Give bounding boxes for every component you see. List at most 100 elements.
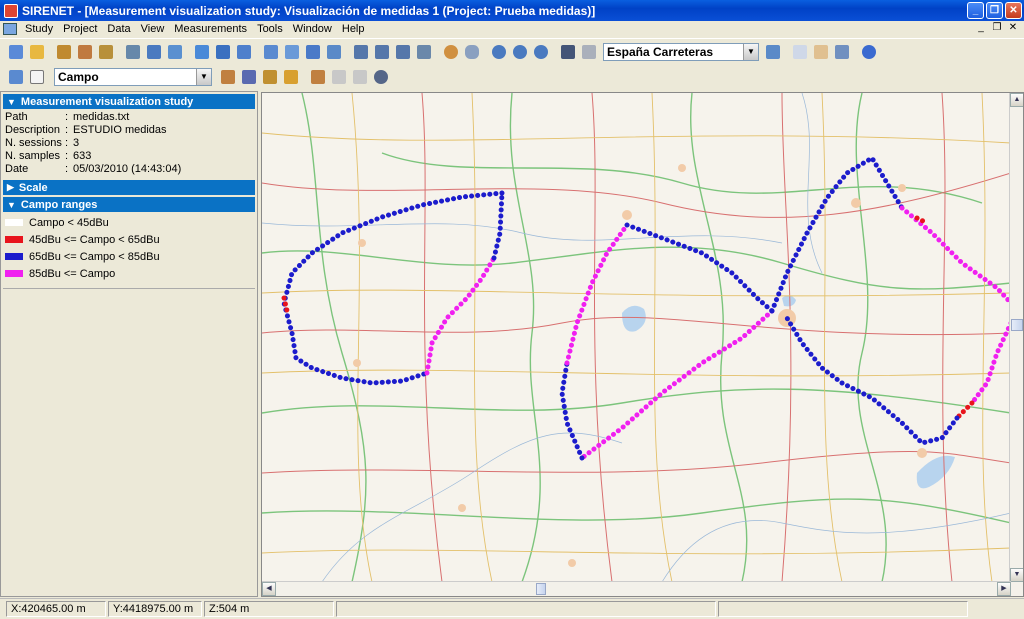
tool-link-icon[interactable]: [75, 42, 95, 62]
map-select[interactable]: España Carreteras ▼: [603, 42, 759, 61]
zoom-out-icon[interactable]: [510, 42, 530, 62]
zoom-in-icon[interactable]: [489, 42, 509, 62]
study-panel: ▼ Measurement visualization study Path: m…: [0, 91, 258, 597]
new-study-icon[interactable]: [6, 42, 26, 62]
layers-icon[interactable]: [763, 42, 783, 62]
maximize-button[interactable]: ❐: [986, 2, 1003, 19]
mdi-restore-button[interactable]: ❐: [990, 22, 1004, 35]
info-row: N. sessions:3: [5, 137, 80, 149]
status-y-coordinate: Y:4418975.00 m: [108, 601, 202, 617]
antenna-icon[interactable]: [261, 42, 281, 62]
close-button[interactable]: ✕: [1005, 2, 1022, 19]
wrench-icon[interactable]: [123, 42, 143, 62]
expand-arrow-icon: ▶: [7, 182, 14, 192]
pointer-icon[interactable]: [790, 42, 810, 62]
study-section-header[interactable]: ▼ Measurement visualization study: [3, 94, 255, 109]
binoculars-icon[interactable]: [558, 42, 578, 62]
menu-project[interactable]: Project: [58, 23, 102, 35]
info-row: Description: ESTUDIO medidas: [5, 124, 167, 136]
info-row: N. samples:633: [5, 150, 92, 162]
measure-folder-icon[interactable]: [281, 67, 301, 87]
vertical-scroll-thumb[interactable]: [1011, 319, 1023, 331]
tool-coverage-icon[interactable]: [54, 42, 74, 62]
graph-disabled-icon: [350, 67, 370, 87]
range-swatch: [5, 253, 23, 260]
main-toolbar: España Carreteras ▼: [0, 38, 1024, 64]
menu-window[interactable]: Window: [288, 23, 337, 35]
scale-section-header[interactable]: ▶ Scale: [3, 180, 255, 195]
chevron-down-icon[interactable]: ▼: [743, 43, 758, 60]
folder-icon[interactable]: [192, 42, 212, 62]
mdi-close-button[interactable]: ✕: [1006, 22, 1020, 35]
measure-import-icon[interactable]: [239, 67, 259, 87]
menu-help[interactable]: Help: [337, 23, 370, 35]
collapse-arrow-icon: ▼: [7, 199, 16, 210]
document-icon[interactable]: [3, 23, 17, 35]
menu-study[interactable]: Study: [20, 23, 58, 35]
zoom-window-icon[interactable]: [531, 42, 551, 62]
receiver-icon[interactable]: [324, 42, 344, 62]
vertical-scrollbar[interactable]: ▲ ▼: [1009, 93, 1023, 582]
range-item: 65dBu <= Campo < 85dBu: [1, 248, 257, 265]
collapse-arrow-icon: ▼: [7, 96, 16, 107]
measure-table-icon[interactable]: [308, 67, 328, 87]
minimize-button[interactable]: _: [967, 2, 984, 19]
map-view[interactable]: ▲ ▼ ◀ ▶: [261, 92, 1024, 597]
coordinates-icon[interactable]: [579, 42, 599, 62]
print-icon[interactable]: [351, 42, 371, 62]
ranges-legend: Campo < 45dBu 45dBu <= Campo < 65dBu 65d…: [1, 212, 257, 282]
print-setup-icon[interactable]: [393, 42, 413, 62]
mdi-minimize-button[interactable]: _: [974, 22, 988, 35]
signal-icon[interactable]: [282, 42, 302, 62]
palette-icon[interactable]: [441, 42, 461, 62]
print-preview-icon[interactable]: [372, 42, 392, 62]
tool-edit-icon[interactable]: [144, 42, 164, 62]
horizontal-scroll-thumb[interactable]: [536, 583, 546, 595]
scroll-left-arrow-icon[interactable]: ◀: [262, 582, 276, 596]
status-x-coordinate: X:420465.00 m: [6, 601, 106, 617]
scroll-up-arrow-icon[interactable]: ▲: [1010, 93, 1023, 107]
menu-data[interactable]: Data: [102, 23, 135, 35]
tool-copy-icon[interactable]: [165, 42, 185, 62]
app-icon: [4, 3, 18, 18]
measure-disabled-icon: [329, 67, 349, 87]
tool-multi-icon[interactable]: [96, 42, 116, 62]
menu-view[interactable]: View: [136, 23, 170, 35]
user-icon[interactable]: [371, 67, 391, 87]
range-item: 85dBu <= Campo: [1, 265, 257, 282]
study-info: Path: medidas.txt Description: ESTUDIO med…: [1, 109, 257, 178]
info-row: Date:05/03/2010 (14:43:04): [5, 163, 182, 175]
document-properties-icon[interactable]: [27, 67, 47, 87]
menu-tools[interactable]: Tools: [252, 23, 288, 35]
chevron-down-icon[interactable]: ▼: [196, 69, 211, 85]
select-icon[interactable]: [832, 42, 852, 62]
database-icon[interactable]: [462, 42, 482, 62]
menu-bar: Study Project Data View Measurements Too…: [0, 21, 1024, 37]
ranges-section-header[interactable]: ▼ Campo ranges: [3, 197, 255, 212]
study-view-icon[interactable]: [6, 67, 26, 87]
status-empty-cell: [336, 601, 716, 617]
info-row: Path: medidas.txt: [5, 111, 130, 123]
transmitter-icon[interactable]: [303, 42, 323, 62]
range-swatch: [5, 219, 23, 226]
export-icon[interactable]: [234, 42, 254, 62]
pan-hand-icon[interactable]: [811, 42, 831, 62]
window-title: SIRENET - [Measurement visualization stu…: [22, 3, 596, 18]
range-item: 45dBu <= Campo < 65dBu: [1, 231, 257, 248]
scroll-right-arrow-icon[interactable]: ▶: [997, 582, 1011, 596]
scroll-down-arrow-icon[interactable]: ▼: [1010, 568, 1023, 582]
range-swatch: [5, 270, 23, 277]
save-icon[interactable]: [213, 42, 233, 62]
report-icon[interactable]: [414, 42, 434, 62]
route-icon[interactable]: [218, 67, 238, 87]
map-canvas[interactable]: [262, 93, 1011, 582]
range-item: Campo < 45dBu: [1, 214, 257, 231]
horizontal-scrollbar[interactable]: ◀ ▶: [262, 581, 1011, 596]
title-bar: SIRENET - [Measurement visualization stu…: [0, 0, 1024, 21]
open-study-icon[interactable]: [27, 42, 47, 62]
layer-select[interactable]: Campo ▼: [54, 68, 212, 86]
help-icon[interactable]: [859, 42, 879, 62]
menu-measurements[interactable]: Measurements: [169, 23, 252, 35]
secondary-toolbar: Campo ▼: [0, 64, 1024, 90]
measure-chart-icon[interactable]: [260, 67, 280, 87]
